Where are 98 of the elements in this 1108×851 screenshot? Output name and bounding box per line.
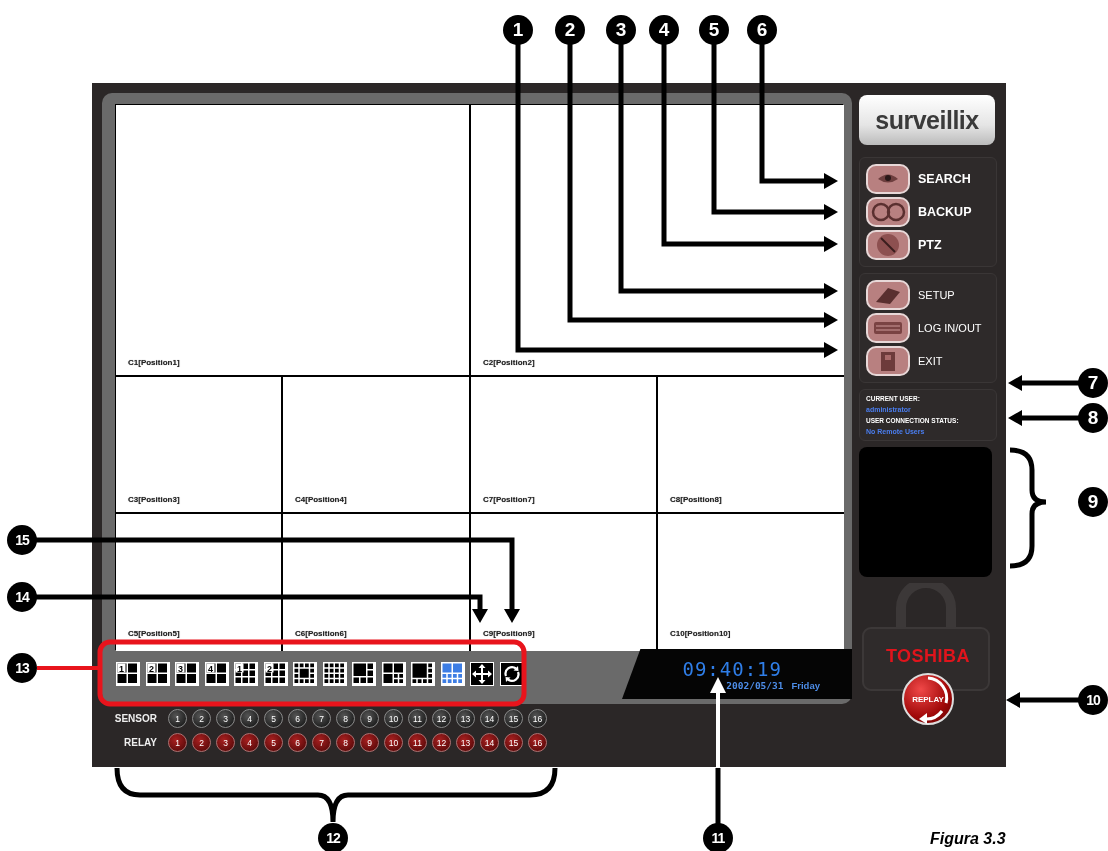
menu-button[interactable]: EXIT [866,346,996,376]
keyboard-icon [866,313,910,343]
sensor-button[interactable]: 11 [408,709,427,728]
callout-number: 12 [318,823,348,851]
callout-number: 11 [703,823,733,851]
camera-label: C9[Position9] [483,629,535,638]
sensor-button[interactable]: 3 [216,709,235,728]
relay-button[interactable]: 4 [240,733,259,752]
relay-button[interactable]: 13 [456,733,475,752]
camera-label: C8[Position8] [670,495,722,504]
camera-view[interactable]: C7[Position7] [471,377,658,514]
camera-view[interactable]: C9[Position9] [471,514,658,651]
callout-number: 4 [649,15,679,45]
camera-view[interactable]: C3[Position3] [116,377,283,514]
relay-button[interactable]: 11 [408,733,427,752]
relay-button[interactable]: 9 [360,733,379,752]
relay-button[interactable]: 5 [264,733,283,752]
sensor-button[interactable]: 12 [432,709,451,728]
camera-view[interactable]: C4[Position4] [283,377,471,514]
sensor-button[interactable]: 4 [240,709,259,728]
sensor-button[interactable]: 13 [456,709,475,728]
sensor-button[interactable]: 14 [480,709,499,728]
relay-button[interactable]: 3 [216,733,235,752]
fullscreen-button[interactable] [470,662,494,686]
relay-button[interactable]: 14 [480,733,499,752]
menu-button[interactable]: PTZ [866,230,996,260]
leader-line [37,666,100,670]
callout-number: 14 [7,582,37,612]
sensor-button[interactable]: 1 [168,709,187,728]
menu-button[interactable]: SETUP [866,280,996,310]
layout-button[interactable]: 4 [204,662,229,686]
figure-caption: Figura 3.3 [930,830,1006,848]
sensor-button[interactable]: 16 [528,709,547,728]
callout-number: 10 [1078,685,1108,715]
cycle-button[interactable] [499,662,524,686]
tape-reel-icon [866,197,910,227]
callout-number: 6 [747,15,777,45]
relay-button[interactable]: 10 [384,733,403,752]
brand-name: TOSHIBA [885,646,971,667]
camera-label: C6[Position6] [295,629,347,638]
sensor-button[interactable]: 2 [192,709,211,728]
relay-row-label: RELAY [123,737,157,748]
camera-label: C5[Position5] [128,629,180,638]
relay-button[interactable]: 8 [336,733,355,752]
callout-number: 7 [1078,368,1108,398]
callout-number: 9 [1078,487,1108,517]
camera-view[interactable]: C2[Position2] [471,105,844,377]
sensor-button[interactable]: 15 [504,709,523,728]
callout-number: 1 [503,15,533,45]
relay-button[interactable]: 7 [312,733,331,752]
sensor-row-label: SENSOR [113,713,157,724]
menu-button[interactable]: SEARCH [866,164,996,194]
door-icon [866,346,910,376]
layout-button[interactable] [411,662,435,686]
layout-button[interactable]: 1 [234,662,258,686]
relay-button[interactable]: 12 [432,733,451,752]
logo: surveillix [859,95,995,145]
sensor-button[interactable]: 9 [360,709,379,728]
callout-number: 13 [7,653,37,683]
layout-button[interactable]: 3 [175,662,199,686]
eye-icon [866,164,910,194]
camera-label: C2[Position2] [483,358,535,367]
layout-button[interactable] [293,662,317,686]
clock-time: 09:40:19 [682,657,782,680]
callout-number: 3 [606,15,636,45]
layout-button[interactable] [352,662,376,686]
relay-button[interactable]: 6 [288,733,307,752]
relay-button[interactable]: 16 [528,733,547,752]
camera-label: C1[Position1] [128,358,180,367]
layout-button[interactable]: 1 [116,662,140,686]
callout-number: 15 [7,525,37,555]
relay-button[interactable]: 15 [504,733,523,752]
sensor-button[interactable]: 5 [264,709,283,728]
camera-view[interactable]: C1[Position1] [116,105,471,377]
callout-number: 2 [555,15,585,45]
layout-button[interactable] [381,662,406,686]
menu-button[interactable]: LOG IN/OUT [866,313,996,343]
replay-button[interactable]: REPLAY [902,673,954,725]
layout-button[interactable]: 2 [145,662,170,686]
relay-button[interactable]: 1 [168,733,187,752]
menu-button[interactable]: BACKUP [866,197,996,227]
camera-label: C10[Position10] [670,629,731,638]
sensor-button[interactable]: 6 [288,709,307,728]
camera-label: C4[Position4] [295,495,347,504]
layout-button[interactable]: 2 [263,662,288,686]
sensor-button[interactable]: 10 [384,709,403,728]
layout-button[interactable] [322,662,347,686]
camera-label: C3[Position3] [128,495,180,504]
sensor-button[interactable]: 8 [336,709,355,728]
relay-button[interactable]: 2 [192,733,211,752]
camera-view[interactable]: C8[Position8] [658,377,844,514]
sensor-button[interactable]: 7 [312,709,331,728]
callout-number: 8 [1078,403,1108,433]
camera-label: C7[Position7] [483,495,535,504]
clock-date: 2002/05/31 [726,679,784,691]
clock-weekday: Friday [791,679,820,691]
callout-number: 5 [699,15,729,45]
dial-icon [866,230,910,260]
